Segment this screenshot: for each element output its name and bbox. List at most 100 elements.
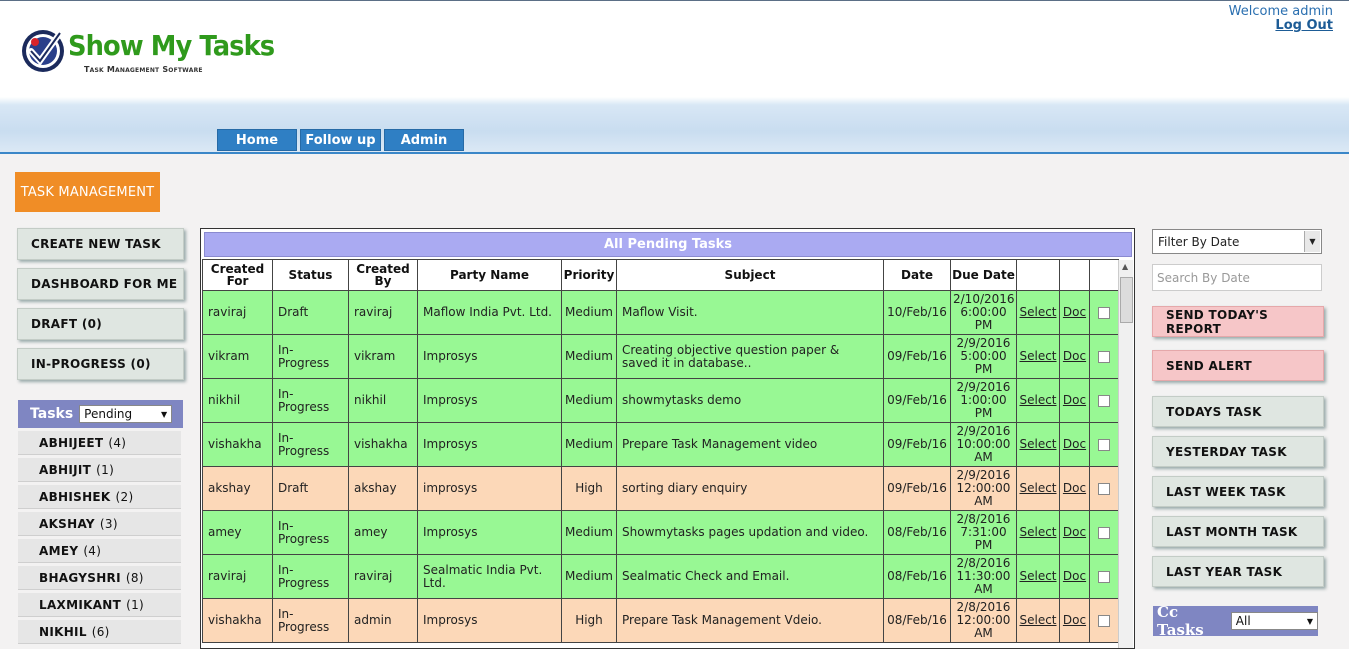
select-link[interactable]: Select — [1016, 466, 1060, 511]
cell-due-date: 2/10/2016 6:00:00 PM — [950, 290, 1017, 335]
select-link[interactable]: Select — [1016, 378, 1060, 423]
cell-due-date: 2/9/2016 10:00:00 AM — [950, 422, 1017, 467]
cell-subject: Showmytasks pages updation and video. — [616, 510, 884, 555]
doc-link[interactable]: Doc — [1059, 554, 1090, 599]
user-item-laxmikant[interactable]: LAXMIKANT (1) — [18, 593, 181, 617]
send-alert-button[interactable]: SEND ALERT — [1152, 350, 1324, 381]
doc-link[interactable]: Doc — [1059, 334, 1090, 379]
select-link[interactable]: Select — [1016, 290, 1060, 335]
task-management-banner: TASK MANAGEMENT — [15, 172, 160, 212]
row-checkbox[interactable] — [1098, 526, 1110, 539]
draft-button[interactable]: DRAFT (0) — [17, 308, 184, 340]
col-subject[interactable]: Subject — [616, 259, 884, 291]
user-item-abhijit[interactable]: ABHIJIT (1) — [18, 458, 181, 482]
col-status[interactable]: Status — [272, 259, 349, 291]
row-checkbox[interactable] — [1098, 614, 1110, 627]
user-name: ABHISHEK — [39, 489, 111, 504]
col-due-date[interactable]: Due Date — [950, 259, 1017, 291]
create-new-task-button[interactable]: CREATE NEW TASK — [17, 228, 184, 260]
app-logo[interactable]: Show My Tasks Task Management Software — [18, 25, 275, 81]
search-by-date-input[interactable] — [1152, 264, 1322, 291]
cell-created-by: raviraj — [348, 554, 418, 599]
doc-link[interactable]: Doc — [1059, 598, 1090, 643]
last-month-task-button[interactable]: LAST MONTH TASK — [1152, 516, 1324, 547]
cell-created-for: vishakha — [202, 598, 273, 643]
nav-admin[interactable]: Admin — [384, 129, 464, 151]
select-link[interactable]: Select — [1016, 510, 1060, 555]
cell-created-by: akshay — [348, 466, 418, 511]
user-item-akshay[interactable]: AKSHAY (3) — [18, 512, 181, 536]
filter-by-date-select[interactable]: Filter By Date ▼ — [1152, 229, 1322, 254]
select-link[interactable]: Select — [1016, 554, 1060, 599]
row-checkbox-cell — [1089, 378, 1119, 423]
col-date[interactable]: Date — [883, 259, 951, 291]
col-priority[interactable]: Priority — [561, 259, 617, 291]
tasks-status-select[interactable]: Pending ▼ — [79, 405, 173, 423]
scroll-up-arrow-icon[interactable]: ▲ — [1122, 262, 1128, 271]
row-checkbox[interactable] — [1098, 350, 1110, 363]
col-party-name[interactable]: Party Name — [417, 259, 562, 291]
last-week-task-button[interactable]: LAST WEEK TASK — [1152, 476, 1324, 507]
cell-party-name: Maflow India Pvt. Ltd. — [417, 290, 562, 335]
table-row[interactable]: nikhil In-Progress nikhil Improsys Medium sho… — [202, 378, 1119, 423]
row-checkbox-cell — [1089, 422, 1119, 467]
cell-status: In-Progress — [272, 334, 349, 379]
row-checkbox[interactable] — [1098, 306, 1110, 319]
table-row[interactable]: raviraj Draft raviraj Maflow India Pvt. Ltd… — [202, 290, 1119, 335]
user-count: (4) — [108, 435, 127, 450]
cc-tasks-select[interactable]: All ▼ — [1230, 612, 1318, 630]
doc-link[interactable]: Doc — [1059, 466, 1090, 511]
cell-subject: Sealmatic Check and Email. — [616, 554, 884, 599]
row-checkbox[interactable] — [1098, 482, 1110, 495]
select-link[interactable]: Select — [1016, 598, 1060, 643]
last-year-task-button[interactable]: LAST YEAR TASK — [1152, 556, 1324, 587]
todays-task-button[interactable]: TODAYS TASK — [1152, 396, 1324, 427]
doc-link[interactable]: Doc — [1059, 422, 1090, 467]
cell-party-name: improsys — [417, 466, 562, 511]
select-link[interactable]: Select — [1016, 334, 1060, 379]
user-item-abhishek[interactable]: ABHISHEK (2) — [18, 485, 181, 509]
send-todays-report-button[interactable]: SEND TODAY'S REPORT — [1152, 306, 1324, 337]
doc-link[interactable]: Doc — [1059, 378, 1090, 423]
cell-date: 08/Feb/16 — [883, 510, 951, 555]
yesterday-task-button[interactable]: YESTERDAY TASK — [1152, 436, 1324, 467]
cell-subject: showmytasks demo — [616, 378, 884, 423]
nav-follow-up[interactable]: Follow up — [300, 129, 381, 151]
doc-link[interactable]: Doc — [1059, 510, 1090, 555]
cell-created-for: amey — [202, 510, 273, 555]
row-checkbox[interactable] — [1098, 570, 1110, 583]
table-row[interactable]: vishakha In-Progress admin Improsys High Prep… — [202, 598, 1119, 643]
table-title: All Pending Tasks — [204, 232, 1132, 257]
scrollbar-thumb[interactable] — [1120, 277, 1133, 323]
col-created-for[interactable]: Created For — [202, 259, 273, 291]
row-checkbox[interactable] — [1098, 438, 1110, 451]
chevron-down-icon: ▼ — [161, 409, 168, 419]
user-item-bhagyshri[interactable]: BHAGYSHRI (8) — [18, 566, 181, 590]
select-link[interactable]: Select — [1016, 422, 1060, 467]
tasks-panel-header: Tasks Pending ▼ — [18, 400, 183, 428]
cell-priority: High — [561, 466, 617, 511]
logo-subtitle: Task Management Software — [84, 65, 203, 74]
user-item-amey[interactable]: AMEY (4) — [18, 539, 181, 563]
logout-link[interactable]: Log Out — [1275, 18, 1333, 33]
row-checkbox-cell — [1089, 598, 1119, 643]
app-header: Show My Tasks Task Management Software W… — [0, 0, 1349, 154]
table-header-row: Created For Status Created By Party Name… — [202, 259, 1119, 291]
col-created-by[interactable]: Created By — [348, 259, 418, 291]
row-checkbox-cell — [1089, 290, 1119, 335]
table-row[interactable]: raviraj In-Progress raviraj Sealmatic India… — [202, 554, 1119, 599]
table-row[interactable]: vishakha In-Progress vishakha Improsys Mediu… — [202, 422, 1119, 467]
table-row[interactable]: amey In-Progress amey Improsys Medium Showmyt… — [202, 510, 1119, 555]
nav-home[interactable]: Home — [217, 129, 297, 151]
user-item-nikhil[interactable]: NIKHIL (6) — [18, 620, 181, 644]
in-progress-button[interactable]: IN-PROGRESS (0) — [17, 348, 184, 380]
table-scrollbar[interactable]: ▲ — [1118, 260, 1133, 648]
table-row[interactable]: vikram In-Progress vikram Improsys Medium Cre… — [202, 334, 1119, 379]
table-row[interactable]: akshay Draft akshay improsys High sorting dia… — [202, 466, 1119, 511]
row-checkbox-cell — [1089, 466, 1119, 511]
cell-party-name: Improsys — [417, 334, 562, 379]
dashboard-for-me-button[interactable]: DASHBOARD FOR ME — [17, 268, 184, 300]
user-item-abhijeet[interactable]: ABHIJEET (4) — [18, 431, 181, 455]
row-checkbox[interactable] — [1098, 394, 1110, 407]
doc-link[interactable]: Doc — [1059, 290, 1090, 335]
